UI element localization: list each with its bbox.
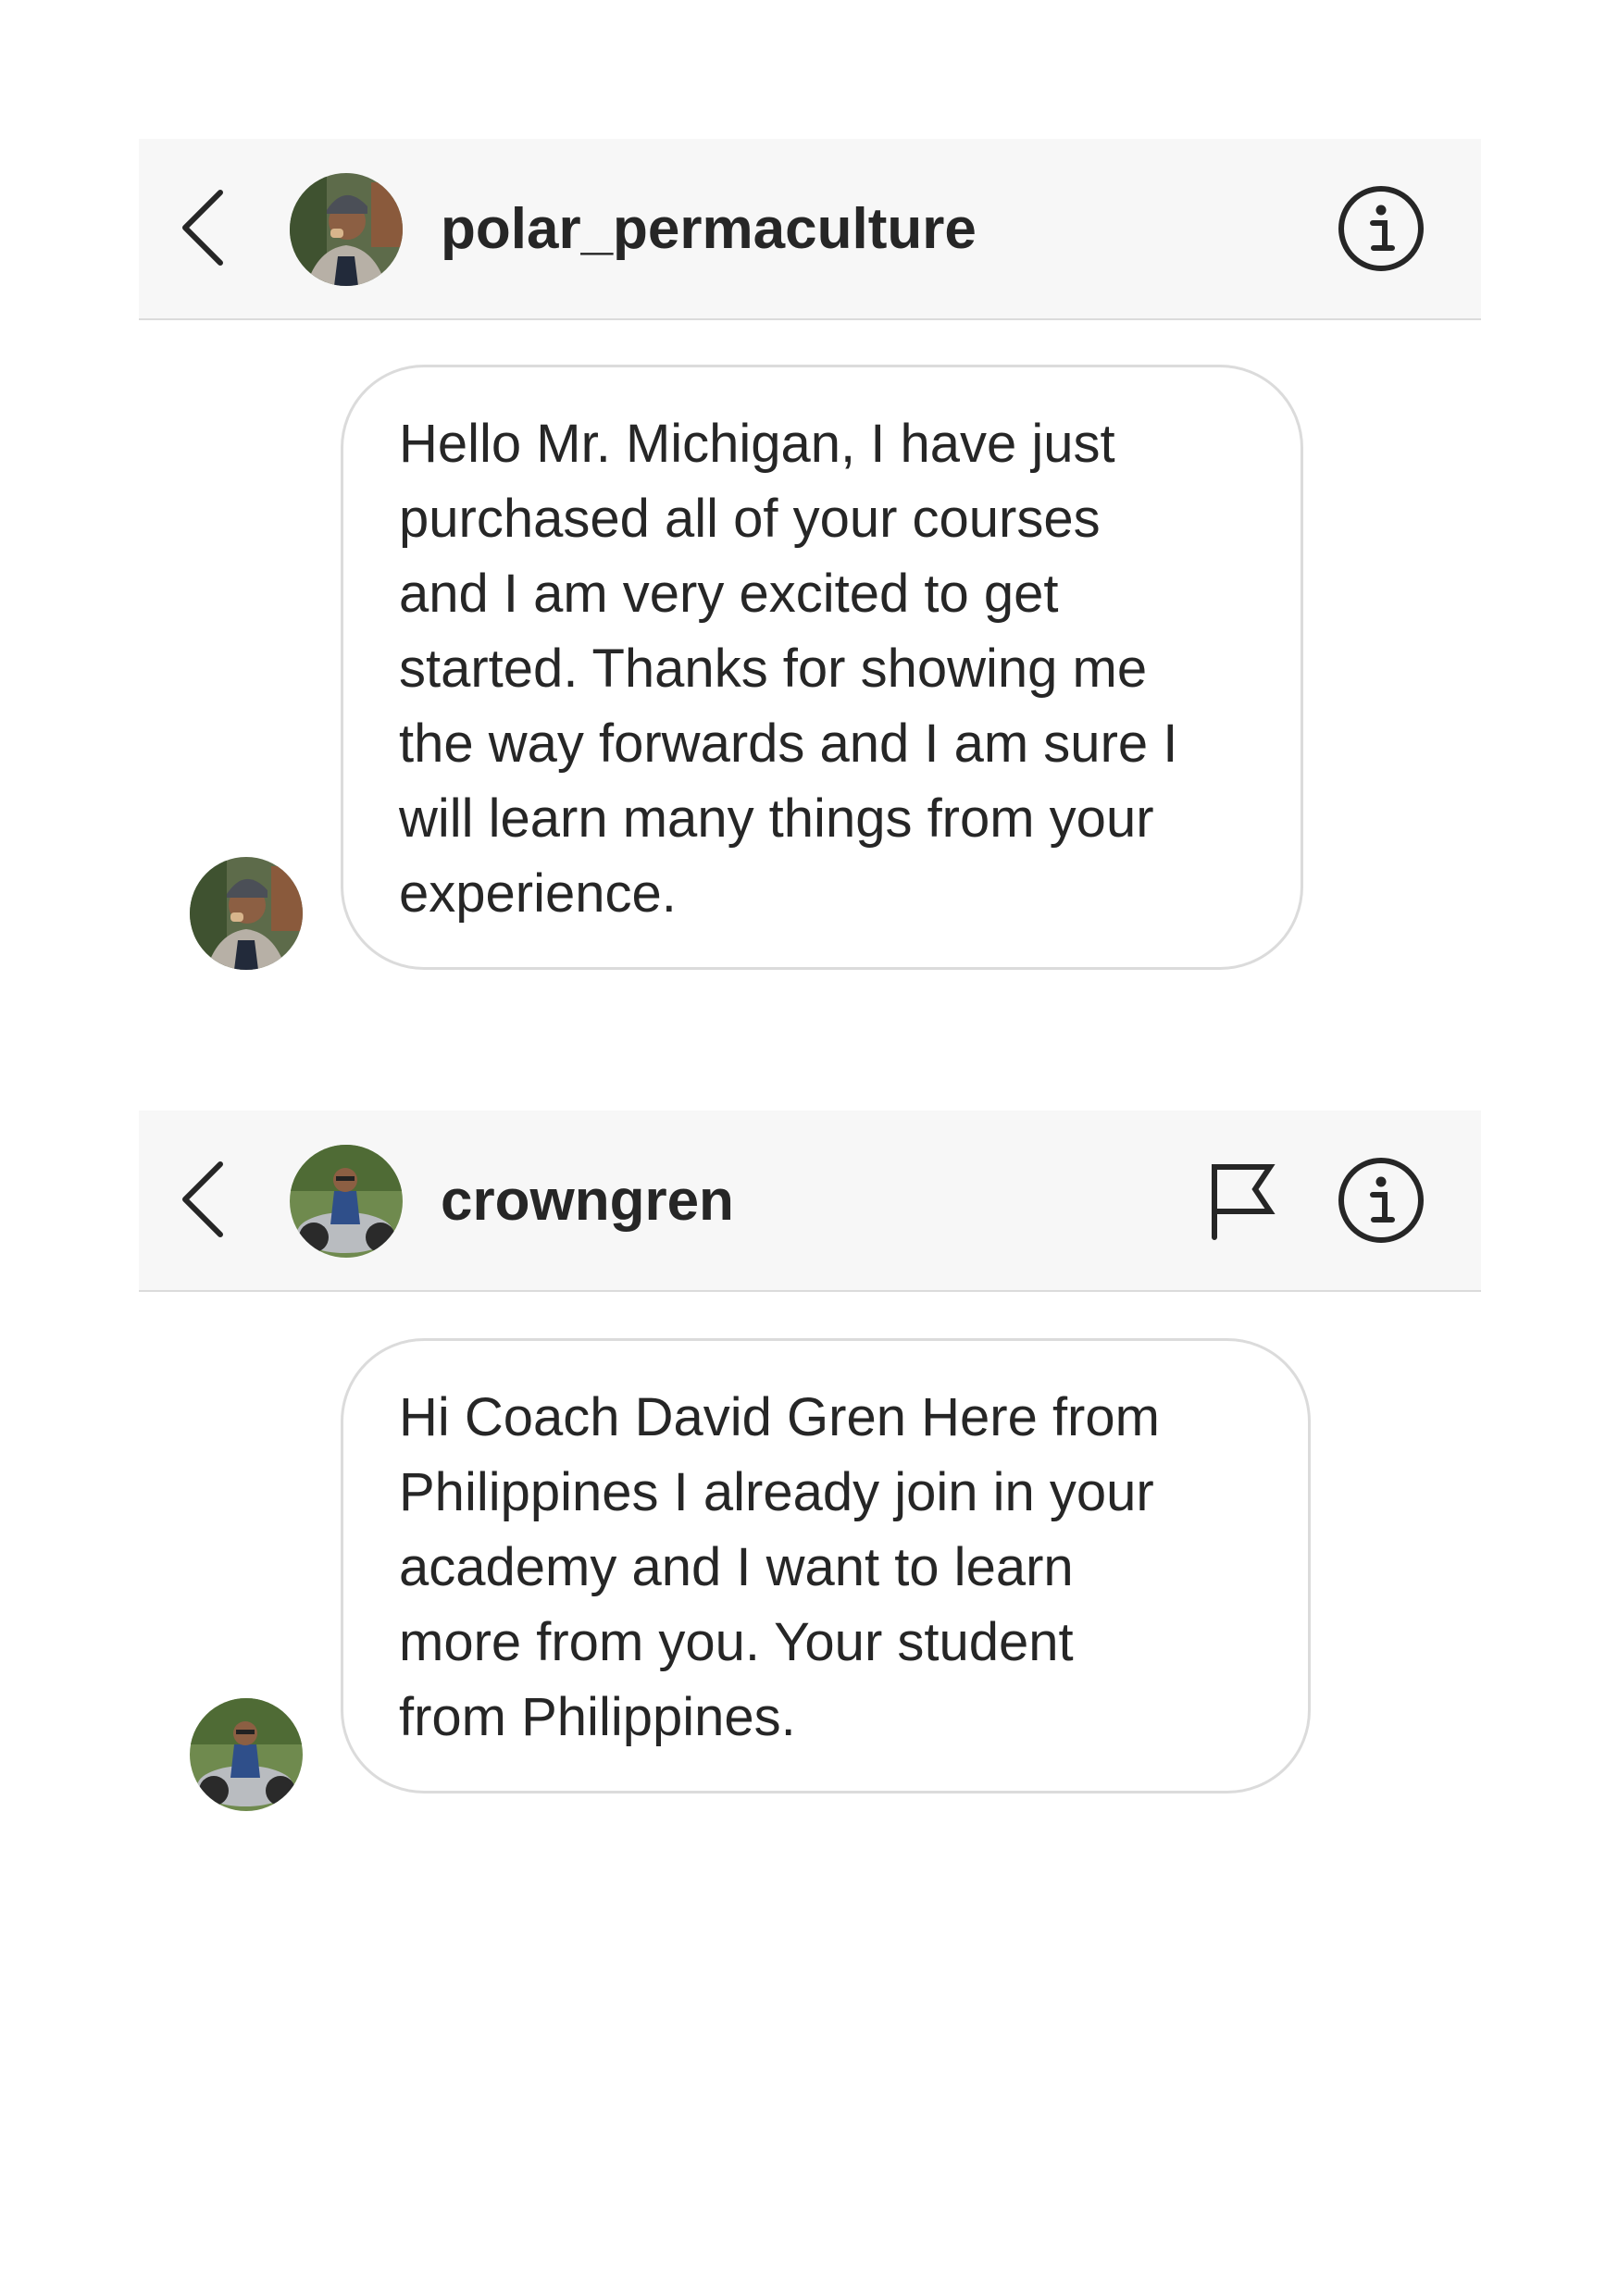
message-row: Hello Mr. Michigan, I have just purchase…	[139, 320, 1481, 987]
avatar[interactable]	[290, 1145, 403, 1258]
message-row: Hi Coach David Gren Here from Philippine…	[139, 1292, 1481, 1811]
chevron-left-icon[interactable]	[176, 1155, 231, 1244]
conversation-polar-permaculture: polar_permaculture Hello Mr. Michigan, I…	[139, 139, 1481, 987]
avatar[interactable]	[190, 857, 303, 970]
message-bubble[interactable]: Hello Mr. Michigan, I have just purchase…	[341, 365, 1303, 970]
chat-header: crowngren	[139, 1111, 1481, 1292]
avatar[interactable]	[290, 173, 403, 286]
chat-username[interactable]: crowngren	[441, 1164, 734, 1238]
chat-username[interactable]: polar_permaculture	[441, 192, 977, 267]
message-bubble[interactable]: Hi Coach David Gren Here from Philippine…	[341, 1338, 1311, 1793]
avatar[interactable]	[190, 1698, 303, 1811]
flag-icon[interactable]	[1196, 1154, 1288, 1247]
chevron-left-icon[interactable]	[176, 183, 231, 272]
chat-header: polar_permaculture	[139, 139, 1481, 320]
conversation-crowngren: crowngren Hi Coach David Gren Here from …	[139, 1111, 1481, 1811]
info-circle-icon[interactable]	[1335, 182, 1427, 275]
info-circle-icon[interactable]	[1335, 1154, 1427, 1247]
